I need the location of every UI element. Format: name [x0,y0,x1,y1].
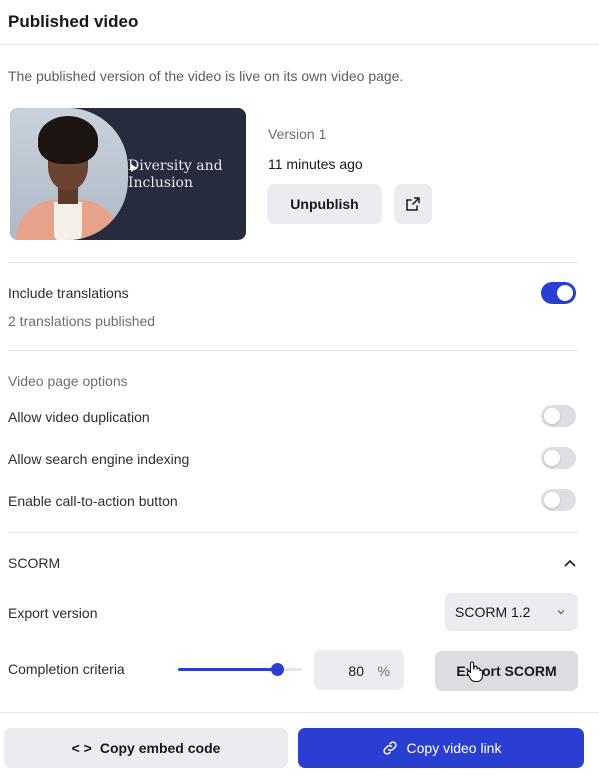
external-link-icon [406,197,420,211]
export-version-value: SCORM 1.2 [455,604,531,620]
published-time: 11 minutes ago [268,156,363,172]
scorm-heading[interactable]: SCORM [8,555,60,571]
chevron-up-icon[interactable] [563,556,577,570]
include-translations-toggle[interactable] [541,282,576,304]
published-video-panel: Published video The published version of… [0,0,599,783]
allow-indexing-toggle[interactable] [541,447,576,469]
export-version-label: Export version [8,605,98,621]
slider-handle[interactable] [271,663,285,676]
open-video-page-button[interactable] [394,184,432,224]
chevron-down-icon [557,610,565,615]
include-translations-label: Include translations [8,285,129,301]
play-icon [131,164,137,172]
divider [8,532,578,533]
divider [8,350,578,351]
cta-button-label: Enable call-to-action button [8,493,178,509]
video-page-options-heading: Video page options [8,373,128,389]
hand-cursor-icon [466,661,483,682]
unpublish-button[interactable]: Unpublish [267,184,382,224]
copy-video-link-button[interactable]: Copy video link [298,728,584,768]
divider [8,262,578,263]
allow-indexing-label: Allow search engine indexing [8,451,190,467]
percent-unit: % [377,663,390,679]
code-icon: < > [71,740,92,756]
slider-fill [178,668,278,671]
completion-slider[interactable] [178,663,302,676]
copy-embed-code-label: Copy embed code [99,740,221,756]
copy-embed-code-button[interactable]: < > Copy embed code [4,728,288,768]
panel-description: The published version of the video is li… [8,68,404,84]
completion-criteria-label: Completion criteria [8,661,125,677]
export-scorm-button[interactable]: Export SCORM [435,651,578,691]
completion-percent-value: 80 [348,663,364,679]
translations-count: 2 translations published [8,313,156,329]
thumbnail-title: Diversity and Inclusion [128,158,223,191]
allow-duplication-label: Allow video duplication [8,409,150,425]
presenter-image [10,108,128,240]
cta-button-toggle[interactable] [541,489,576,511]
copy-video-link-label: Copy video link [406,740,502,756]
allow-duplication-toggle[interactable] [541,405,576,427]
panel-header: Published video [0,0,599,45]
link-icon [382,741,397,755]
video-thumbnail[interactable]: Diversity and Inclusion [10,108,246,240]
panel-title: Published video [8,12,139,31]
export-version-select[interactable]: SCORM 1.2 [445,593,578,631]
completion-percent-input[interactable]: 80 % [314,650,404,690]
version-label: Version 1 [268,126,327,142]
